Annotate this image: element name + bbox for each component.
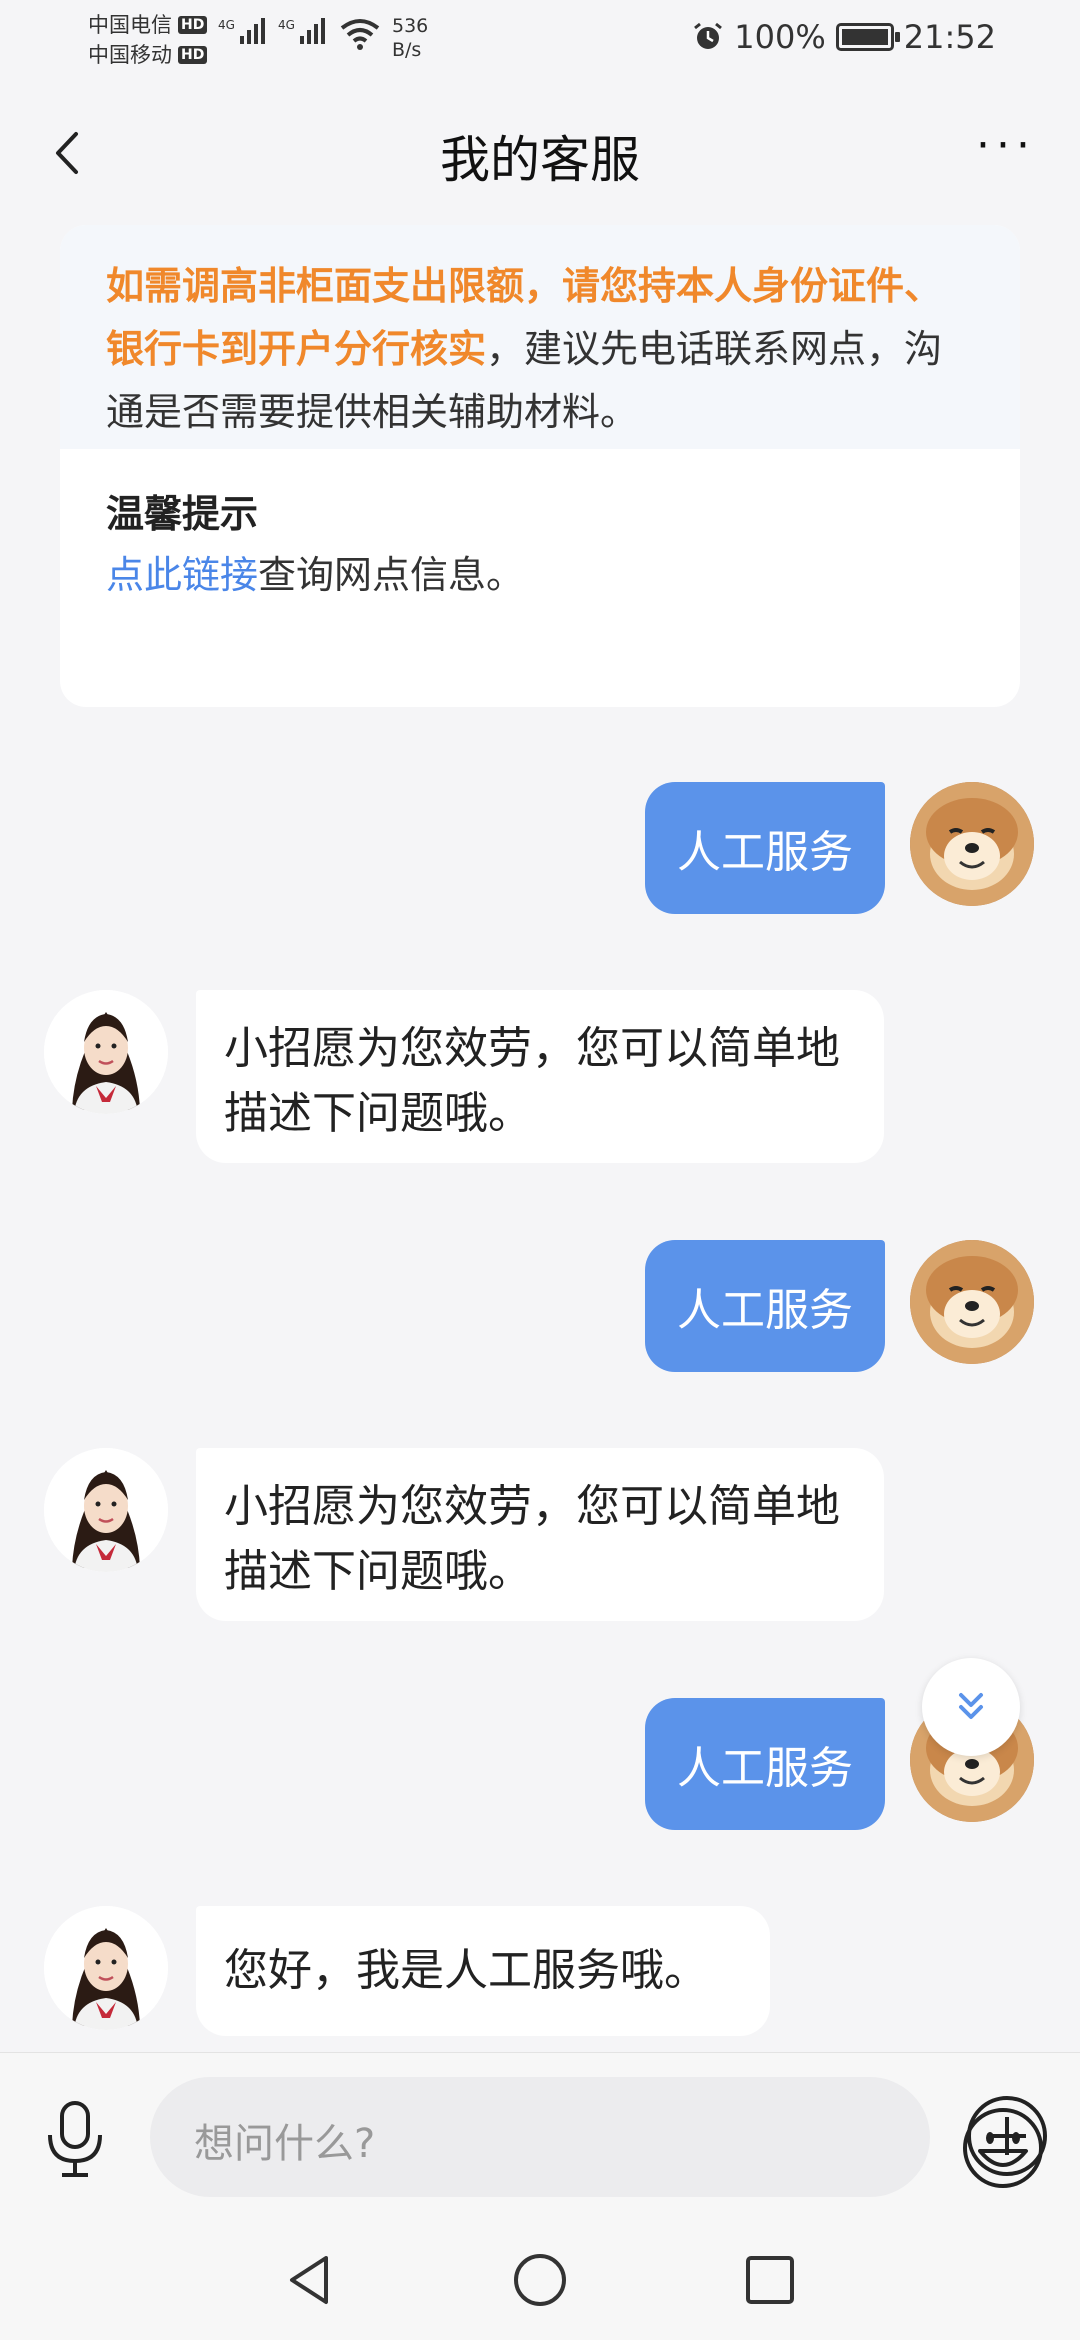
speed-value: 536 <box>392 15 429 37</box>
user-avatar[interactable] <box>910 1240 1034 1364</box>
agent-avatar-icon <box>44 1448 168 1572</box>
agent-message-bubble: 您好，我是人工服务哦。 <box>196 1906 770 2036</box>
tip-rest: 查询网点信息。 <box>258 553 525 597</box>
speed-unit: B/s <box>392 39 422 61</box>
hd-badge: HD <box>178 16 208 34</box>
hd-badge: HD <box>178 46 208 64</box>
nav-home-icon[interactable] <box>510 2250 570 2310</box>
carrier-info: 中国电信 HD 中国移动 HD <box>88 10 208 70</box>
agent-message-bubble: 小招愿为您效劳，您可以简单地描述下问题哦。 <box>196 990 884 1163</box>
dog-avatar-icon <box>910 782 1034 906</box>
agent-avatar[interactable] <box>44 1906 168 2030</box>
message-input-placeholder: 想问什么? <box>194 2121 376 2167</box>
network-label: 4G <box>278 18 295 32</box>
tip-title: 温馨提示 <box>106 492 259 536</box>
double-chevron-down-icon <box>959 1693 983 1719</box>
tip-body: 点此链接查询网点信息。 <box>106 543 974 607</box>
battery-percent: 100% <box>734 18 826 56</box>
network-speed: 536 B/s <box>392 14 428 62</box>
alarm-icon <box>694 22 723 49</box>
dog-avatar-icon <box>910 1240 1034 1364</box>
tip-section: 温馨提示 点此链接查询网点信息。 <box>60 449 1020 607</box>
user-message-bubble: 人工服务 <box>645 782 885 914</box>
notice-text: 如需调高非柜面支出限额，请您持本人身份证件、银行卡到开户分行核实，建议先电话联系… <box>60 225 1020 449</box>
microphone-icon[interactable] <box>40 2099 110 2179</box>
carrier-2: 中国移动 <box>88 43 172 67</box>
system-nav-bar <box>0 2220 1080 2340</box>
network-label: 4G <box>218 18 235 32</box>
carrier-1: 中国电信 <box>88 13 172 37</box>
nav-back-icon[interactable] <box>280 2250 340 2310</box>
signal-icon: 4G <box>278 18 325 44</box>
agent-avatar-icon <box>44 990 168 1114</box>
user-message-bubble: 人工服务 <box>645 1698 885 1830</box>
nav-recents-icon[interactable] <box>740 2250 800 2310</box>
clock: 21:52 <box>903 18 996 56</box>
app-header: 我的客服 ··· <box>0 100 1080 200</box>
page-title: 我的客服 <box>440 131 640 189</box>
input-bar: 想问什么? <box>0 2052 1080 2221</box>
scroll-to-bottom-button[interactable] <box>922 1658 1020 1756</box>
user-message-bubble: 人工服务 <box>645 1240 885 1372</box>
branch-info-link[interactable]: 点此链接 <box>106 553 258 597</box>
agent-avatar[interactable] <box>44 1448 168 1572</box>
wifi-icon <box>340 19 380 50</box>
agent-message-bubble: 小招愿为您效劳，您可以简单地描述下问题哦。 <box>196 1448 884 1621</box>
plus-icon[interactable] <box>964 2093 1050 2179</box>
more-menu-button[interactable]: ··· <box>976 120 1036 171</box>
signal-icon: 4G <box>218 18 265 44</box>
message-input[interactable]: 想问什么? <box>150 2077 1043 2197</box>
agent-avatar[interactable] <box>44 990 168 1114</box>
status-right: 100% 21:52 <box>692 18 996 56</box>
agent-avatar-icon <box>44 1906 168 2030</box>
notice-card: 如需调高非柜面支出限额，请您持本人身份证件、银行卡到开户分行核实，建议先电话联系… <box>60 225 1020 707</box>
status-bar: 中国电信 HD 中国移动 HD 4G 4G 536 B/s 100% 21:52 <box>0 0 1080 80</box>
user-avatar[interactable] <box>910 782 1034 906</box>
battery-icon <box>835 23 900 51</box>
